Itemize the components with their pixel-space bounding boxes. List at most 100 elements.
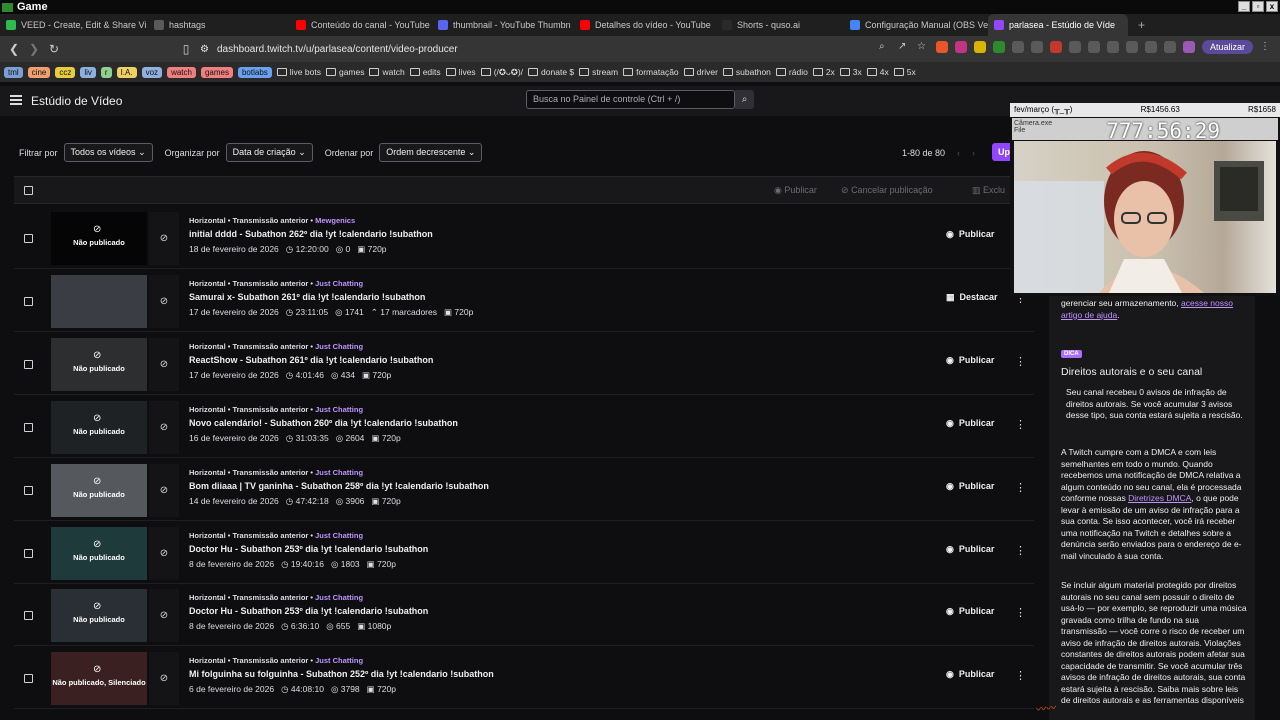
- row-action-button[interactable]: ▦ Destacar: [946, 292, 998, 303]
- browser-tab[interactable]: thumbnail - YouTube Thumbn: [432, 14, 574, 36]
- visibility-toggle[interactable]: ⊘: [149, 337, 179, 391]
- game-link[interactable]: Just Chatting: [315, 593, 363, 602]
- more-options-icon[interactable]: ⋮: [1015, 544, 1026, 557]
- next-page-icon[interactable]: ›: [972, 148, 975, 158]
- back-icon[interactable]: ❮: [4, 42, 24, 56]
- video-title[interactable]: Bom diiaaa | TV ganinha - Subathon 258º …: [189, 481, 489, 491]
- bookmark-folder[interactable]: 5x: [893, 67, 916, 77]
- bookmark-folder[interactable]: games: [325, 67, 364, 77]
- site-info-icon[interactable]: ⚙: [200, 44, 209, 55]
- video-thumbnail[interactable]: ⊘ Não publicado: [51, 337, 147, 391]
- more-options-icon[interactable]: ⋮: [1015, 418, 1026, 431]
- browser-tab[interactable]: Detalhes do vídeo - YouTube: [574, 14, 716, 36]
- visibility-toggle[interactable]: ⊘: [149, 463, 179, 517]
- visibility-toggle[interactable]: ⊘: [149, 212, 179, 265]
- search-icon[interactable]: ⌕: [735, 90, 754, 109]
- reload-icon[interactable]: ↻: [44, 42, 64, 56]
- rewards-icon[interactable]: [954, 41, 967, 53]
- dashboard-search-input[interactable]: Busca no Painel de controle (Ctrl + /): [526, 90, 735, 109]
- browser-tab[interactable]: parlasea - Estúdio de Víde: [988, 14, 1128, 36]
- video-title[interactable]: initial dddd - Subathon 262º dia !yt !ca…: [189, 229, 433, 239]
- browser-tab[interactable]: Conteúdo do canal - YouTube: [290, 14, 432, 36]
- bookmark-folder[interactable]: rádio: [775, 67, 808, 77]
- video-title[interactable]: Novo calendário! - Subathon 260º dia !yt…: [189, 418, 458, 428]
- bookmark-chip[interactable]: watch: [167, 66, 196, 78]
- browser-tab[interactable]: Configuração Manual (OBS Ve: [844, 14, 988, 36]
- more-options-icon[interactable]: ⋮: [1015, 481, 1026, 494]
- bookmark-folder[interactable]: watch: [369, 67, 405, 77]
- video-thumbnail[interactable]: ⊘ Não publicado: [51, 526, 147, 580]
- zoom-icon[interactable]: ⌕: [879, 41, 891, 53]
- extension-f-icon[interactable]: [1087, 41, 1100, 53]
- more-options-icon[interactable]: ⋮: [1015, 606, 1026, 619]
- bulk-unpublish-button[interactable]: ⊘ Cancelar publicação: [841, 185, 933, 196]
- bookmark-chip[interactable]: r: [100, 66, 112, 78]
- bookmark-folder[interactable]: 3x: [839, 67, 862, 77]
- game-link[interactable]: Mewgenics: [315, 216, 355, 225]
- visibility-toggle[interactable]: ⊘: [149, 652, 179, 706]
- bookmark-icon[interactable]: ▯: [176, 42, 196, 56]
- row-action-button[interactable]: ◉ Publicar: [946, 481, 994, 492]
- game-link[interactable]: Just Chatting: [315, 405, 363, 414]
- video-thumbnail[interactable]: ⊘ Não publicado: [51, 463, 147, 517]
- row-checkbox[interactable]: [24, 611, 33, 621]
- video-thumbnail[interactable]: ⊘ Não publicado: [51, 212, 147, 265]
- bookmark-chip[interactable]: cine: [27, 66, 51, 78]
- sidebar-icon[interactable]: [1106, 41, 1119, 53]
- menu-icon[interactable]: ⋮: [1260, 41, 1272, 53]
- video-thumbnail[interactable]: ⊘ Não publicado: [51, 400, 147, 454]
- extension-e-icon[interactable]: [1049, 41, 1062, 53]
- bookmark-folder[interactable]: stream: [579, 67, 618, 77]
- row-action-button[interactable]: ◉ Publicar: [946, 544, 994, 555]
- game-link[interactable]: Just Chatting: [315, 342, 363, 351]
- browser-tab[interactable]: Shorts - quso.ai: [716, 14, 844, 36]
- bookmark-folder[interactable]: subathon: [722, 67, 771, 77]
- video-title[interactable]: ReactShow - Subathon 261º dia !yt !calen…: [189, 355, 433, 365]
- video-row[interactable]: ⊘ Não publicado ⊘ Horizontal • Transmissão …: [14, 395, 1034, 458]
- puzzle-icon[interactable]: [1068, 41, 1081, 53]
- game-link[interactable]: Just Chatting: [315, 468, 363, 477]
- bookmark-folder[interactable]: formatação: [623, 67, 679, 77]
- extension-g-icon[interactable]: [1125, 41, 1138, 53]
- extension-d-icon[interactable]: [1030, 41, 1043, 53]
- new-tab-icon[interactable]: +: [1138, 18, 1145, 32]
- video-title[interactable]: Samurai x- Subathon 261º dia !yt !calend…: [189, 292, 425, 302]
- video-row[interactable]: ⊘ Horizontal • Transmissão anterior • Jus…: [14, 269, 1034, 332]
- row-checkbox[interactable]: [24, 234, 33, 243]
- browser-tab[interactable]: hashtags: [148, 14, 290, 36]
- row-action-button[interactable]: ◉ Publicar: [946, 229, 994, 240]
- bookmark-folder[interactable]: lives: [445, 67, 476, 77]
- bookmark-chip[interactable]: ccz: [55, 66, 76, 78]
- row-action-button[interactable]: ◉ Publicar: [946, 606, 994, 617]
- row-checkbox[interactable]: [24, 296, 33, 306]
- video-thumbnail[interactable]: [51, 274, 147, 328]
- video-row[interactable]: ⊘ Não publicado ⊘ Horizontal • Transmissão …: [14, 521, 1034, 584]
- row-checkbox[interactable]: [24, 359, 33, 369]
- bookmark-chip[interactable]: tml: [4, 66, 23, 78]
- video-row[interactable]: ⊘ Não publicado, Silenciado ⊘ Horizontal • …: [14, 647, 1034, 710]
- forward-icon[interactable]: ❯: [24, 42, 44, 56]
- row-action-button[interactable]: ◉ Publicar: [946, 355, 994, 366]
- row-checkbox[interactable]: [24, 548, 33, 558]
- bookmark-folder[interactable]: live bots: [276, 67, 321, 77]
- row-action-button[interactable]: ◉ Publicar: [946, 669, 994, 680]
- bookmark-folder[interactable]: driver: [683, 67, 718, 77]
- menu-hamburger-icon[interactable]: [10, 95, 22, 105]
- bookmark-folder[interactable]: (/✪ᴗ✪)/: [480, 67, 523, 78]
- visibility-toggle[interactable]: ⊘: [149, 526, 179, 580]
- more-options-icon[interactable]: ⋮: [1015, 669, 1026, 682]
- video-row[interactable]: ⊘ Não publicado ⊘ Horizontal • Transmissão …: [14, 332, 1034, 395]
- organize-dropdown[interactable]: Data de criação ⌄: [225, 143, 313, 162]
- row-checkbox[interactable]: [24, 422, 33, 432]
- video-title[interactable]: Doctor Hu - Subathon 253º dia !yt !calen…: [189, 606, 428, 616]
- url-field[interactable]: ⚙ dashboard.twitch.tv/u/parlasea/content…: [200, 40, 820, 58]
- update-button[interactable]: Atualizar: [1201, 40, 1253, 54]
- restore-button[interactable]: ▫: [1252, 1, 1264, 12]
- bookmark-folder[interactable]: edits: [409, 67, 441, 77]
- brave-icon[interactable]: [935, 41, 948, 53]
- video-title[interactable]: Mi folguinha su folguinha - Subathon 252…: [189, 669, 494, 679]
- video-thumbnail[interactable]: ⊘ Não publicado: [51, 589, 147, 643]
- extension-c-icon[interactable]: [1011, 41, 1024, 53]
- video-row[interactable]: ⊘ Não publicado ⊘ Horizontal • Transmissão …: [14, 207, 1034, 269]
- order-dropdown[interactable]: Ordem decrescente ⌄: [379, 143, 483, 162]
